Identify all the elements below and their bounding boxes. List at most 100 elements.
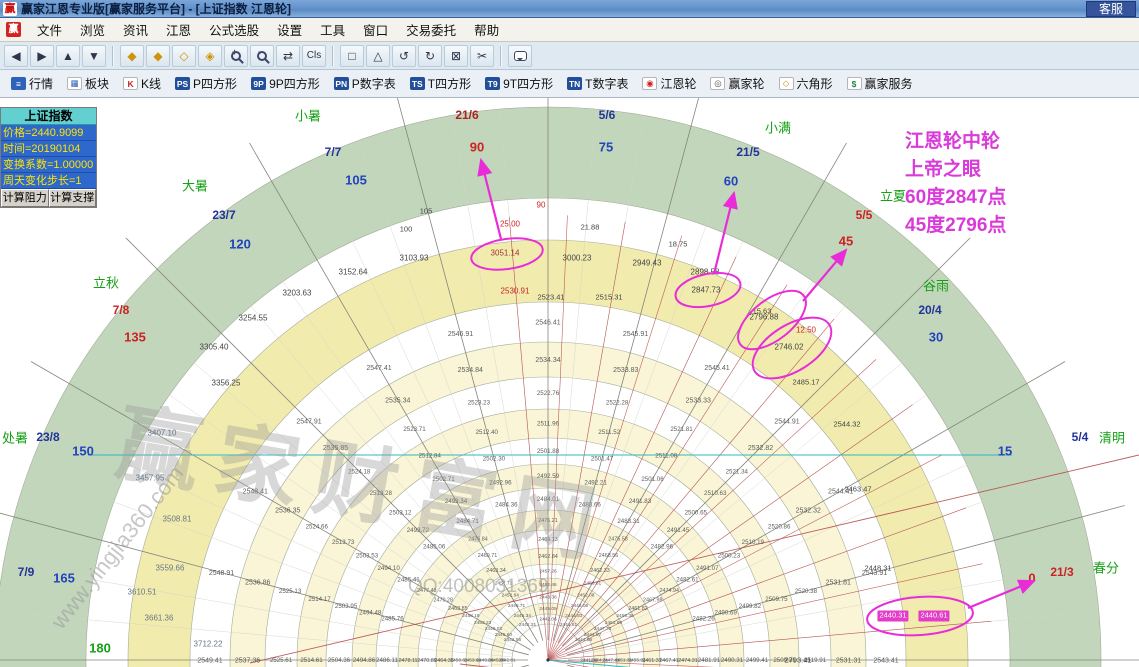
forward-button[interactable]: ▶ (30, 44, 54, 67)
zoom-in-button[interactable]: + (224, 44, 248, 67)
wheel-value: 3610.51 (127, 587, 157, 597)
feature-p-number-table[interactable]: PN P数字表 (327, 73, 403, 95)
svg-text:2549.41: 2549.41 (197, 658, 222, 665)
svg-text:2482.96: 2482.96 (651, 543, 674, 550)
menu-item-3[interactable]: 江恩 (157, 22, 200, 40)
feature-t-number-table[interactable]: TN T数字表 (560, 73, 635, 95)
svg-text:2543.41: 2543.41 (873, 658, 898, 665)
diamond-tool-4-button[interactable]: ◈ (198, 44, 222, 67)
svg-text:2525.61: 2525.61 (270, 657, 293, 664)
rotate-left-button[interactable]: ↺ (392, 44, 416, 67)
quote-panel: 上证指数 价格=2440.9099 时间=20190104 变换系数=1.00000… (0, 107, 97, 208)
feature-gann-wheel[interactable]: ◉ 江恩轮 (635, 73, 703, 95)
svg-text:2522.76: 2522.76 (537, 390, 560, 397)
wheel-value: 2793.41 (784, 655, 812, 665)
svg-text:2441.56: 2441.56 (575, 637, 593, 643)
chart-area[interactable]: 2543.41 2543.91 2544.41 2544.91 2545.41 2545.… (0, 98, 1139, 667)
menu-item-4[interactable]: 公式选股 (200, 22, 268, 40)
feature-winner-service[interactable]: $ 赢家服务 (840, 73, 920, 95)
diamond-tool-2-button[interactable]: ◆ (146, 44, 170, 67)
t-number-table-label: T数字表 (585, 77, 629, 91)
menu-item-2[interactable]: 资讯 (114, 22, 157, 40)
message-tool-button[interactable] (508, 44, 532, 67)
cls-button[interactable]: Cls (302, 44, 326, 67)
feature-sectors[interactable]: ▦ 板块 (60, 73, 116, 95)
svg-text:2470.28: 2470.28 (433, 597, 453, 603)
svg-text:2482.61: 2482.61 (676, 577, 699, 584)
back-button[interactable]: ◀ (4, 44, 28, 67)
svg-text:2484.36: 2484.36 (495, 502, 518, 509)
zoom-out-icon: − (257, 47, 267, 61)
sectors-label: 板块 (85, 77, 110, 91)
feature-winner-wheel[interactable]: ◎ 赢家轮 (703, 73, 771, 95)
svg-text:2511.52: 2511.52 (598, 429, 620, 436)
cut-tool-button[interactable]: ✂ (470, 44, 494, 67)
svg-text:2546.91: 2546.91 (448, 331, 473, 338)
panel-row-3: 周天变化步长=1 (1, 173, 96, 189)
9t-square-icon: T9 (485, 77, 501, 90)
diamond-tool-3-button[interactable]: ◇ (172, 44, 196, 67)
svg-text:2499.41: 2499.41 (746, 657, 769, 664)
feature-kline[interactable]: K K线 (116, 73, 168, 95)
svg-text:2534.34: 2534.34 (535, 357, 560, 364)
feature-t-square[interactable]: TS T四方形 (403, 73, 478, 95)
annotation-line-3: 45度2796点 (905, 215, 1007, 236)
menu-item-6[interactable]: 工具 (311, 22, 354, 40)
svg-text:2490.31: 2490.31 (721, 657, 744, 664)
current-price-chip: 2440.61 (918, 610, 950, 622)
delete-tool-button[interactable]: ⊠ (444, 44, 468, 67)
svg-text:2483.66: 2483.66 (578, 502, 601, 509)
svg-text:2448.06: 2448.06 (571, 603, 589, 609)
feature-quotes[interactable]: ≡ 行情 (4, 73, 60, 95)
svg-text:2442.06: 2442.06 (539, 617, 557, 623)
menu-item-0[interactable]: 文件 (28, 22, 71, 40)
page-up-button[interactable]: ▲ (56, 44, 80, 67)
toolbar-main: ◀ ▶ ▲ ▼ ◆ ◆ ◇ ◈ + − ⇄ Cls □ △ ↺ ↻ ⊠ ✂ (0, 42, 1139, 70)
wheel-value: 2523.41 (537, 292, 565, 302)
svg-text:2445.09: 2445.09 (539, 606, 557, 612)
quotes-icon: ≡ (11, 77, 26, 90)
wheel-value: 3103.93 (399, 253, 429, 263)
svg-text:2548.91: 2548.91 (209, 570, 234, 577)
svg-text:2494.48: 2494.48 (359, 610, 382, 617)
menu-item-5[interactable]: 设置 (268, 22, 311, 40)
degree-label-60: 60 (723, 173, 739, 189)
feature-p-square[interactable]: PS P四方形 (168, 73, 244, 95)
menu-item-8[interactable]: 交易委托 (397, 22, 465, 40)
zoom-out-button[interactable]: − (250, 44, 274, 67)
date-label: 7/7 (324, 145, 342, 159)
feature-9t-square[interactable]: T9 9T四方形 (478, 73, 560, 95)
diamond-tool-1-button[interactable]: ◆ (120, 44, 144, 67)
panel-button-0[interactable]: 计算阻力 (1, 189, 49, 207)
svg-text:2441.31: 2441.31 (580, 658, 598, 664)
solar-term-label: 处暑 (1, 430, 29, 446)
feature-hexagon[interactable]: ◇ 六角形 (772, 73, 840, 95)
svg-text:2499.82: 2499.82 (739, 603, 762, 610)
switch-view-button[interactable]: ⇄ (276, 44, 300, 67)
menu-item-7[interactable]: 窗口 (354, 22, 397, 40)
degree-label-15: 15 (997, 443, 1013, 459)
wheel-value: 3407.10 (147, 428, 177, 438)
triangle-tool-button[interactable]: △ (366, 44, 390, 67)
svg-text:2547.91: 2547.91 (296, 418, 321, 425)
svg-text:2503.53: 2503.53 (356, 553, 379, 560)
svg-text:2477.48: 2477.48 (417, 588, 437, 594)
rotate-right-button[interactable]: ↻ (418, 44, 442, 67)
svg-text:2444.83: 2444.83 (565, 613, 583, 619)
kline-label: K线 (141, 77, 162, 91)
rect-tool-button[interactable]: □ (340, 44, 364, 67)
page-down-button[interactable]: ▼ (82, 44, 106, 67)
svg-text:2513.28: 2513.28 (370, 490, 393, 497)
service-button[interactable]: 客服 (1085, 0, 1136, 17)
feature-9p-square[interactable]: 9P 9P四方形 (244, 73, 327, 95)
degree-label-0: 0 (1028, 570, 1036, 586)
svg-text:2458.16: 2458.16 (462, 613, 480, 619)
svg-text:2501.47: 2501.47 (591, 455, 614, 462)
svg-text:2524.18: 2524.18 (348, 468, 371, 475)
svg-text:2490.69: 2490.69 (715, 610, 738, 617)
panel-button-1[interactable]: 计算支撑 (48, 189, 96, 207)
menu-item-9[interactable]: 帮助 (465, 22, 508, 40)
menu-item-1[interactable]: 浏览 (71, 22, 114, 40)
svg-text:2478.11: 2478.11 (398, 658, 417, 664)
solar-term-label: 小满 (764, 120, 792, 136)
